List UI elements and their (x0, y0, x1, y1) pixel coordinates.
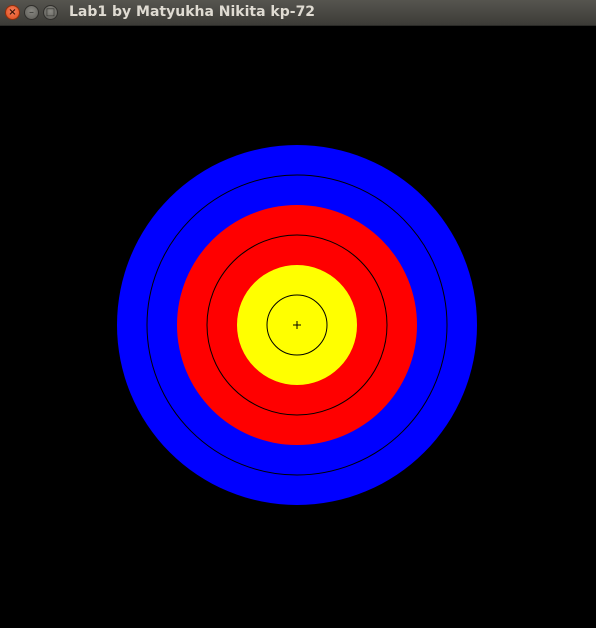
title-bar[interactable]: × – □ Lab1 by Matyukha Nikita kp-72 (0, 0, 596, 26)
close-icon[interactable]: × (5, 5, 20, 20)
app-window: × – □ Lab1 by Matyukha Nikita kp-72 (0, 0, 596, 628)
minimize-icon[interactable]: – (24, 5, 39, 20)
drawing-canvas (0, 26, 596, 628)
window-title: Lab1 by Matyukha Nikita kp-72 (69, 4, 316, 20)
maximize-icon[interactable]: □ (43, 5, 58, 20)
target-drawing (0, 26, 596, 628)
